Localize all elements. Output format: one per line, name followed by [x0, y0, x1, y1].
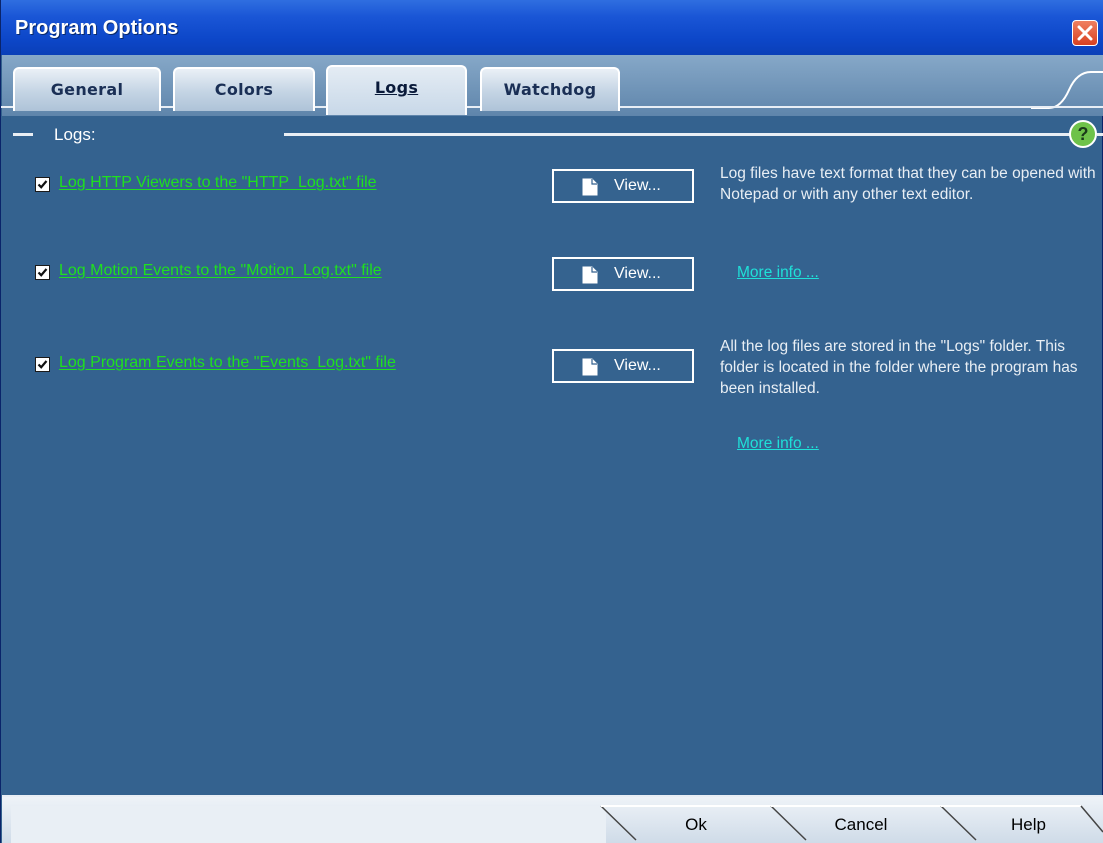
program-options-window: Program Options General Colors Logs Watc…: [0, 0, 1103, 843]
tab-strip-decoration: [1031, 71, 1103, 109]
document-icon: [582, 178, 598, 196]
tab-logs[interactable]: Logs: [326, 65, 467, 115]
tab-watchdog[interactable]: Watchdog: [480, 67, 620, 111]
log-http-checkbox[interactable]: [35, 177, 50, 192]
document-icon: [582, 266, 598, 284]
checkbox-checked-icon: [37, 268, 48, 277]
view-program-log-button[interactable]: View...: [552, 349, 694, 383]
log-http-label[interactable]: Log HTTP Viewers to the "HTTP_Log.txt" f…: [59, 174, 377, 192]
section-divider-tail: [1097, 133, 1103, 136]
log-motion-label[interactable]: Log Motion Events to the "Motion_Log.txt…: [59, 262, 382, 280]
close-icon: [1077, 25, 1093, 41]
ok-button-label: Ok: [685, 815, 707, 834]
checkbox-checked-icon: [37, 360, 48, 369]
cancel-button[interactable]: Cancel: [806, 806, 916, 843]
tab-general-label: General: [50, 80, 124, 99]
more-info-link-1[interactable]: More info ...: [737, 264, 819, 282]
view-http-log-button[interactable]: View...: [552, 169, 694, 203]
help-icon: ?: [1071, 122, 1095, 146]
tab-logs-label: Logs: [374, 78, 419, 97]
view-http-log-label: View...: [614, 177, 661, 194]
close-button[interactable]: [1072, 20, 1098, 46]
help-footer-button[interactable]: Help: [986, 806, 1071, 843]
section-divider-right: [284, 133, 1070, 136]
section-divider-left: [13, 133, 33, 136]
tab-colors[interactable]: Colors: [173, 67, 315, 111]
log-program-checkbox[interactable]: [35, 357, 50, 372]
info-text-format: Log files have text format that they can…: [720, 165, 1096, 203]
title-bar: Program Options: [1, 0, 1103, 55]
log-motion-checkbox[interactable]: [35, 265, 50, 280]
view-motion-log-label: View...: [614, 265, 661, 282]
cancel-button-label: Cancel: [834, 815, 888, 834]
tab-general[interactable]: General: [13, 67, 161, 111]
section-title: Logs:: [54, 125, 96, 144]
log-program-label[interactable]: Log Program Events to the "Events_Log.tx…: [59, 354, 396, 372]
help-button-label: Help: [1011, 815, 1046, 834]
document-icon: [582, 358, 598, 376]
help-button[interactable]: ?: [1069, 120, 1097, 148]
checkbox-checked-icon: [37, 180, 48, 189]
view-motion-log-button[interactable]: View...: [552, 257, 694, 291]
view-program-log-label: View...: [614, 357, 661, 374]
tab-watchdog-label: Watchdog: [503, 80, 597, 99]
info-text-location: All the log files are stored in the "Log…: [720, 338, 1078, 397]
window-title: Program Options: [15, 17, 179, 39]
footer-status-panel: [11, 806, 606, 843]
more-info-link-2[interactable]: More info ...: [737, 435, 819, 453]
tab-colors-label: Colors: [214, 80, 274, 99]
ok-button[interactable]: Ok: [656, 806, 736, 843]
